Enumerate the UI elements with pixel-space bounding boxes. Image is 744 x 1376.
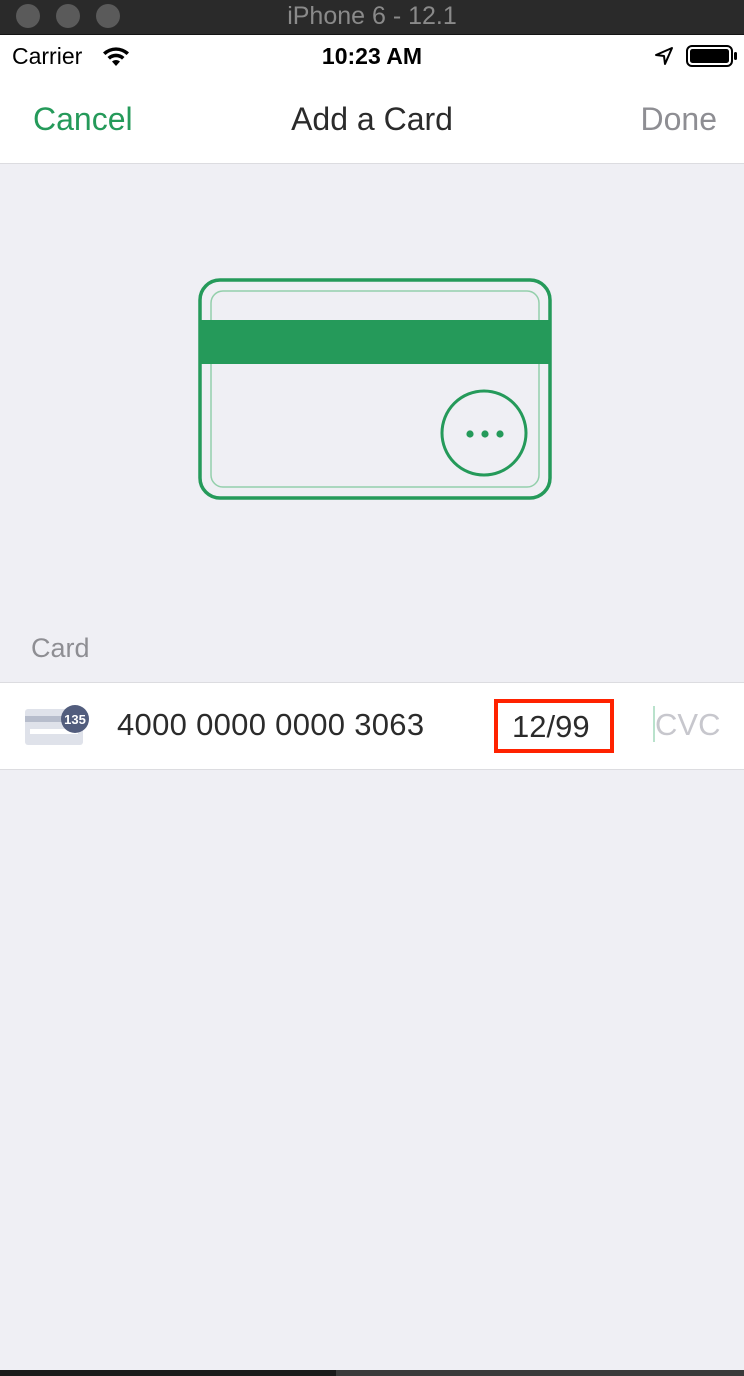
credit-card-back-icon bbox=[198, 278, 552, 500]
card-input-row: 135 4000 0000 0000 3063 12/99 CVC bbox=[0, 682, 744, 770]
expiry-date-value: 12/99 bbox=[512, 709, 590, 744]
cvc-placeholder: CVC bbox=[655, 707, 721, 742]
page-title: Add a Card bbox=[291, 101, 453, 137]
expiry-date-field[interactable]: 12/99 bbox=[494, 699, 614, 753]
location-icon bbox=[655, 47, 673, 65]
status-time: 10:23 AM bbox=[321, 43, 423, 69]
generic-card-icon: 135 bbox=[25, 705, 89, 745]
card-number-field[interactable]: 4000 0000 0000 3063 bbox=[117, 707, 424, 743]
simulator-title: iPhone 6 - 12.1 bbox=[287, 2, 457, 30]
navigation-bar: Cancel Add a Card Done bbox=[0, 75, 744, 164]
simulator-bottom-edge-right bbox=[336, 1370, 744, 1376]
device-screen: Carrier 10:23 AM Cancel Add a Card Done … bbox=[0, 35, 744, 1370]
status-bar: Carrier 10:23 AM bbox=[0, 35, 744, 75]
done-button[interactable]: Done bbox=[641, 101, 718, 138]
battery-icon bbox=[686, 45, 737, 67]
simulator-titlebar: iPhone 6 - 12.1 bbox=[0, 0, 744, 35]
cvc-field[interactable]: CVC bbox=[653, 701, 733, 745]
card-section-header: Card bbox=[31, 633, 90, 663]
card-brand-badge: 135 bbox=[64, 712, 86, 727]
